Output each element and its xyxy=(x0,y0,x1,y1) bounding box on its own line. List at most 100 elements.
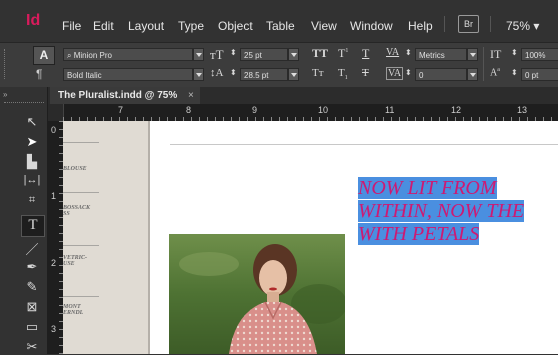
ruler-label: 10 xyxy=(318,105,329,115)
chevron-down-icon[interactable] xyxy=(288,68,299,81)
photo-frame[interactable] xyxy=(169,234,345,354)
headline-line: WITH PETALS xyxy=(358,223,480,245)
menu-divider xyxy=(444,16,445,32)
sidebar-label: BOSSACK SS xyxy=(63,205,91,217)
ruler-label: 13 xyxy=(517,105,528,115)
menu-edit[interactable]: Edit xyxy=(93,19,114,33)
stepper-icon[interactable]: ⬍ xyxy=(405,48,412,57)
headline-text-frame[interactable]: NOW LIT FROM WITHIN, NOW THE WITH PETALS xyxy=(358,177,558,246)
panel-grip[interactable] xyxy=(4,102,44,104)
menu-type[interactable]: Type xyxy=(178,19,204,33)
tools-panel: » ↖ ➤ ▙ |↔| ⌗ T ／ ✒ ✎ ⊠ ▭ ✂ xyxy=(0,87,48,354)
chevron-down-icon[interactable] xyxy=(193,68,204,81)
chevron-down-icon[interactable] xyxy=(193,48,204,61)
menu-divider xyxy=(490,16,491,32)
ruler-origin[interactable] xyxy=(48,104,64,121)
menu-window[interactable]: Window xyxy=(350,19,393,33)
vertical-scale-field[interactable]: 100% xyxy=(521,48,558,61)
document-tab-title: The Pluralist.indd @ 75% xyxy=(58,90,178,101)
stepper-icon[interactable]: ⬍ xyxy=(405,68,412,77)
ruler-label: 0 xyxy=(51,125,57,135)
chevron-down-icon[interactable] xyxy=(467,48,478,61)
menu-bar: Id File Edit Layout Type Object Table Vi… xyxy=(0,0,558,42)
tracking-field[interactable]: 0 xyxy=(415,68,467,81)
menu-file[interactable]: File xyxy=(62,19,81,33)
direct-selection-tool-icon[interactable]: ➤ xyxy=(22,134,42,150)
small-caps-icon[interactable]: Tт xyxy=(312,67,324,79)
app-logo: Id xyxy=(26,12,41,29)
sidebar-label: MONT ERNDL xyxy=(63,304,84,316)
tracking-icon: VA xyxy=(386,67,404,80)
headline-line: WITHIN, NOW THE xyxy=(358,200,525,222)
rectangle-tool-icon[interactable]: ▭ xyxy=(22,319,42,335)
type-tool-icon: T xyxy=(28,217,38,233)
vertical-ruler[interactable]: 0 1 2 3 xyxy=(48,121,63,354)
superscript-icon[interactable]: T1 xyxy=(338,46,348,61)
ruler-label: 12 xyxy=(451,105,462,115)
horizontal-ruler[interactable]: 7 8 9 10 11 12 13 xyxy=(48,104,558,121)
ruler-label: 2 xyxy=(51,258,57,268)
kerning-icon: VA xyxy=(386,47,400,58)
font-size-icon: ᴛT xyxy=(210,47,224,62)
menu-object[interactable]: Object xyxy=(218,19,253,33)
menu-view[interactable]: View xyxy=(311,19,337,33)
search-icon: ⌕ xyxy=(67,51,74,60)
baseline-shift-field[interactable]: 0 pt xyxy=(521,68,558,81)
page-tool-icon[interactable]: ▙ xyxy=(22,154,42,170)
ruler-label: 1 xyxy=(51,191,57,201)
line-tool-icon[interactable]: ／ xyxy=(22,239,42,258)
ruler-label: 3 xyxy=(51,324,57,334)
scissors-tool-icon[interactable]: ✂ xyxy=(22,339,42,355)
vertical-scale-icon: ӀT xyxy=(490,47,502,61)
subscript-icon[interactable]: T1 xyxy=(338,67,348,81)
divider-line xyxy=(63,245,99,246)
content-collector-icon[interactable]: ⌗ xyxy=(22,194,42,207)
stepper-icon[interactable]: ⬍ xyxy=(511,48,518,57)
all-caps-icon[interactable]: TT xyxy=(312,46,328,61)
menu-help[interactable]: Help xyxy=(408,19,433,33)
stepper-icon[interactable]: ⬍ xyxy=(230,48,237,57)
underline-icon[interactable]: T xyxy=(362,46,369,61)
paragraph-formatting-button[interactable]: ¶ xyxy=(36,67,42,81)
font-family-value: Minion Pro xyxy=(73,51,112,60)
chevron-down-icon[interactable] xyxy=(288,48,299,61)
rule-line xyxy=(170,144,558,145)
pen-tool-icon[interactable]: ✒ xyxy=(22,259,42,275)
menu-table[interactable]: Table xyxy=(266,19,295,33)
kerning-field[interactable]: Metrics xyxy=(415,48,467,61)
zoom-level-dropdown[interactable]: 75% ▾ xyxy=(506,19,539,33)
rectangle-frame-tool-icon[interactable]: ⊠ xyxy=(22,299,42,315)
leading-field[interactable]: 28.5 pt xyxy=(240,68,288,81)
pasteboard[interactable]: BLOUSE BOSSACK SS VETRIC- USE MONT ERNDL xyxy=(63,121,148,354)
divider-line xyxy=(63,296,99,297)
selection-tool-icon[interactable]: ↖ xyxy=(22,114,42,130)
panel-divider xyxy=(483,47,484,81)
stepper-icon[interactable]: ⬍ xyxy=(230,68,237,77)
character-formatting-button[interactable]: A xyxy=(33,46,55,65)
pencil-tool-icon[interactable]: ✎ xyxy=(22,279,42,295)
gap-tool-icon[interactable]: |↔| xyxy=(22,174,42,186)
collapse-panel-icon[interactable]: » xyxy=(3,90,7,99)
page-edge xyxy=(148,121,150,354)
ruler-label: 7 xyxy=(118,105,124,115)
sidebar-label: BLOUSE xyxy=(63,166,87,172)
ruler-label: 9 xyxy=(252,105,258,115)
panel-grip[interactable] xyxy=(4,49,8,79)
font-size-field[interactable]: 25 pt xyxy=(240,48,288,61)
document-tab[interactable]: The Pluralist.indd @ 75% × xyxy=(50,87,200,104)
bridge-button[interactable]: Br xyxy=(458,15,479,33)
stepper-icon[interactable]: ⬍ xyxy=(511,68,518,77)
font-style-field[interactable]: Bold Italic xyxy=(63,68,193,81)
divider-line xyxy=(63,192,99,193)
strikethrough-icon[interactable]: T xyxy=(362,67,369,79)
close-tab-icon[interactable]: × xyxy=(188,90,194,101)
headline-line: NOW LIT FROM xyxy=(358,177,497,199)
sidebar-label: VETRIC- USE xyxy=(63,255,88,267)
type-tool-button[interactable]: T xyxy=(21,215,45,237)
leading-icon: ↕A xyxy=(210,67,224,79)
menu-layout[interactable]: Layout xyxy=(128,19,164,33)
control-panel: A ¶ ⌕ Minion Pro Bold Italic ᴛT ⬍ 25 pt … xyxy=(0,42,558,88)
divider-line xyxy=(63,142,99,143)
chevron-down-icon[interactable] xyxy=(467,68,478,81)
font-family-field[interactable]: ⌕ Minion Pro xyxy=(63,48,193,61)
